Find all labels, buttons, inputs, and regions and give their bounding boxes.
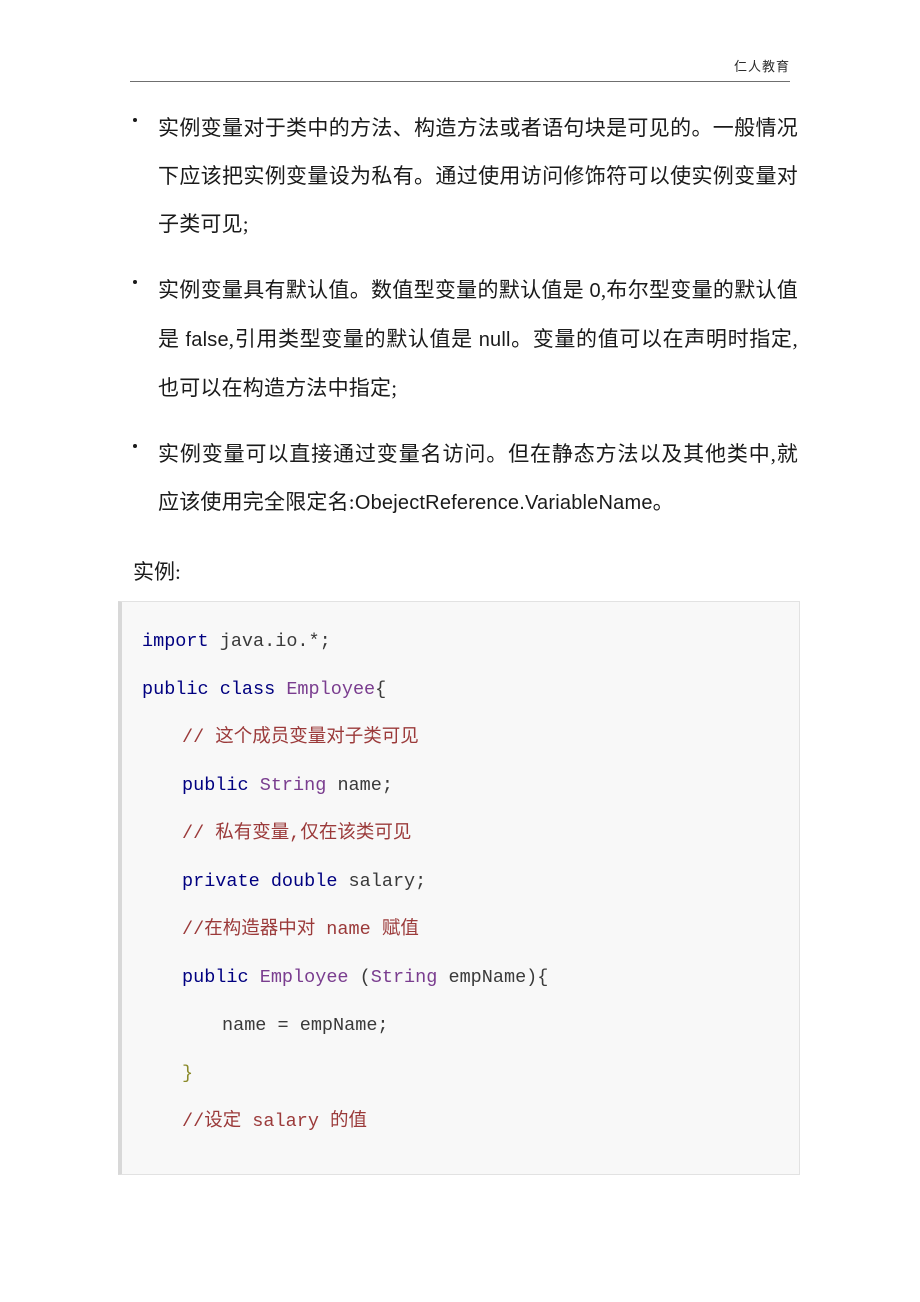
code-token-type: String bbox=[370, 967, 449, 988]
bullet-point-icon bbox=[133, 444, 137, 448]
code-line: // 这个成员变量对子类可见 bbox=[122, 714, 799, 762]
list-item: 实例变量具有默认值。数值型变量的默认值是 0,布尔型变量的默认值是 false,… bbox=[0, 266, 920, 412]
code-token-punct: ( bbox=[359, 967, 371, 988]
header-title: 仁人教育 bbox=[733, 59, 790, 74]
document-page: 仁人教育 实例变量对于类中的方法、构造方法或者语句块是可见的。一般情况下应该把实… bbox=[0, 0, 920, 1302]
code-token-kw: import bbox=[142, 631, 220, 652]
code-line: public String name; bbox=[122, 762, 799, 810]
code-line: } bbox=[122, 1050, 799, 1098]
code-line: public class Employee{ bbox=[122, 666, 799, 714]
page-header: 仁人教育 bbox=[130, 58, 790, 82]
code-token-comment: // 这个成员变量对子类可见 bbox=[182, 727, 419, 748]
code-block: import java.io.*; public class Employee{/… bbox=[118, 601, 800, 1175]
code-token-kw: public class bbox=[142, 679, 287, 700]
list-item: 实例变量可以直接通过变量名访问。但在静态方法以及其他类中,就应该使用完全限定名:… bbox=[0, 430, 920, 527]
bullet-point-icon bbox=[133, 280, 137, 284]
code-token-comment: // 私有变量,仅在该类可见 bbox=[182, 823, 412, 844]
code-token-type: Employee bbox=[286, 679, 376, 700]
bullet-3-code-name: ObejectReference.VariableName bbox=[354, 492, 653, 514]
code-token-punct: { bbox=[375, 679, 387, 700]
bullet-list: 实例变量对于类中的方法、构造方法或者语句块是可见的。一般情况下应该把实例变量设为… bbox=[0, 104, 920, 527]
bullet-text-3: 实例变量可以直接通过变量名访问。但在静态方法以及其他类中,就应该使用完全限定名:… bbox=[158, 430, 798, 527]
code-token-kw: private double bbox=[182, 871, 349, 892]
code-token-type: Employee bbox=[259, 967, 360, 988]
header-divider bbox=[130, 81, 790, 82]
code-token-plain: java.io.*; bbox=[219, 631, 331, 652]
code-line: //设定 salary 的值 bbox=[122, 1098, 799, 1146]
code-token-plain: empName) bbox=[448, 967, 538, 988]
code-line: name = empName; bbox=[122, 1002, 799, 1050]
list-item: 实例变量对于类中的方法、构造方法或者语句块是可见的。一般情况下应该把实例变量设为… bbox=[0, 104, 920, 248]
code-line: public Employee (String empName){ bbox=[122, 954, 799, 1002]
bullet-point-icon bbox=[133, 118, 137, 122]
bullet-text-2: 实例变量具有默认值。数值型变量的默认值是 0,布尔型变量的默认值是 false,… bbox=[158, 266, 798, 412]
code-line: import java.io.*; bbox=[122, 618, 799, 666]
code-token-plain: salary; bbox=[348, 871, 427, 892]
bullet-3-suffix: 。 bbox=[652, 490, 674, 514]
bullet-text-1: 实例变量对于类中的方法、构造方法或者语句块是可见的。一般情况下应该把实例变量设为… bbox=[158, 116, 798, 236]
code-line: private double salary; bbox=[122, 858, 799, 906]
code-token-comment: //在构造器中对 name 赋值 bbox=[182, 919, 419, 940]
code-token-comment: //设定 salary 的值 bbox=[182, 1111, 368, 1132]
code-token-plain: name = empName; bbox=[222, 1015, 389, 1036]
code-line: // 私有变量,仅在该类可见 bbox=[122, 810, 799, 858]
code-token-kw: public bbox=[182, 967, 260, 988]
code-token-plain: name; bbox=[337, 775, 393, 796]
bullet-2-mid2: ,引用类型变量的默认值是 bbox=[228, 327, 479, 351]
code-token-brace: } bbox=[182, 1063, 194, 1084]
bullet-2-value-zero: 0 bbox=[589, 280, 601, 302]
bullet-2-value-null: null bbox=[478, 329, 511, 351]
code-token-type: String bbox=[259, 775, 338, 796]
bullet-2-prefix: 实例变量具有默认值。数值型变量的默认值是 bbox=[158, 278, 590, 302]
example-label: 实例: bbox=[133, 560, 181, 584]
code-line: //在构造器中对 name 赋值 bbox=[122, 906, 799, 954]
bullet-2-value-false: false bbox=[185, 329, 229, 351]
document-body: 实例变量对于类中的方法、构造方法或者语句块是可见的。一般情况下应该把实例变量设为… bbox=[0, 104, 920, 1175]
code-token-punct: { bbox=[537, 967, 549, 988]
code-token-kw: public bbox=[182, 775, 260, 796]
